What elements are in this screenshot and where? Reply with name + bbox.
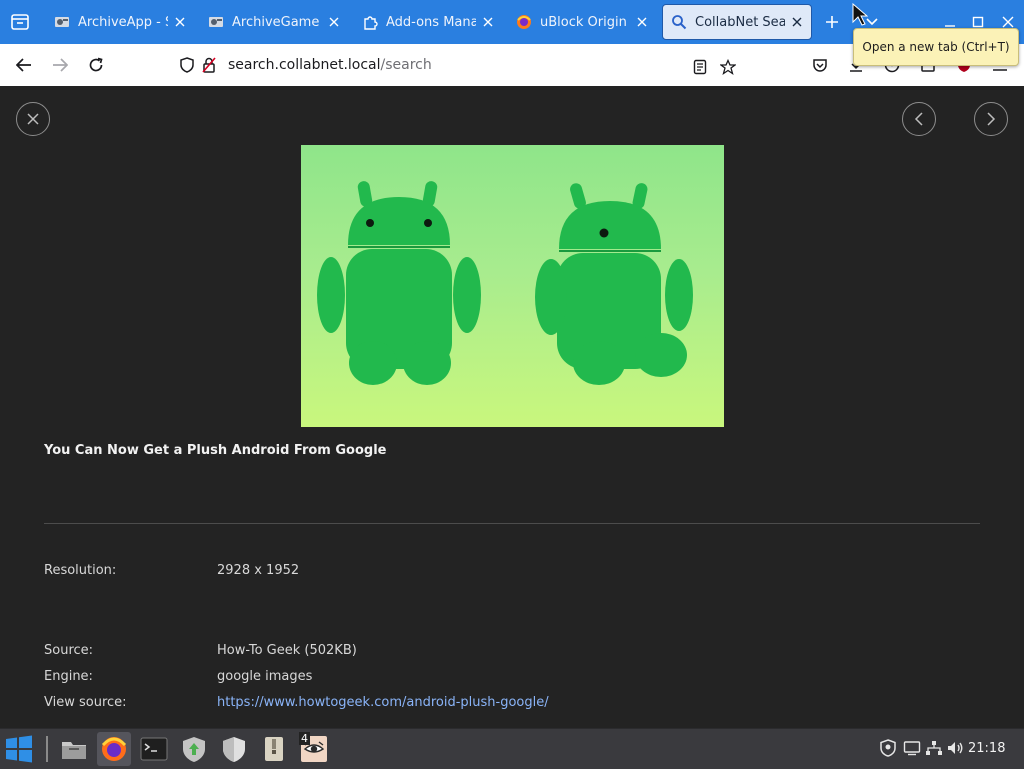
security-shield-icon[interactable] bbox=[217, 732, 251, 766]
insecure-lock-icon[interactable] bbox=[200, 56, 218, 74]
engine-label: Engine: bbox=[44, 669, 93, 684]
back-arrow-icon[interactable] bbox=[11, 53, 37, 77]
archive-game-icon bbox=[208, 14, 224, 30]
start-menu-windows-icon[interactable] bbox=[2, 732, 36, 766]
network-icon[interactable] bbox=[925, 739, 943, 757]
tab-label: Add-ons Manag bbox=[386, 14, 476, 30]
engine-value: google images bbox=[217, 669, 313, 684]
firefox-icon bbox=[516, 14, 532, 30]
file-manager-icon[interactable] bbox=[57, 732, 91, 766]
firefox-taskbar-icon[interactable] bbox=[97, 732, 131, 766]
tab-ublock-origin[interactable]: uBlock Origin – bbox=[508, 4, 656, 40]
new-tab-button[interactable] bbox=[818, 10, 846, 34]
puzzle-icon bbox=[362, 14, 378, 30]
tab-archiveapp[interactable]: ArchiveApp - Se bbox=[46, 4, 194, 40]
close-tab-icon[interactable] bbox=[480, 14, 496, 30]
url-path: /search bbox=[380, 57, 432, 73]
volume-icon[interactable] bbox=[946, 739, 964, 757]
url-host: search.collabnet.local bbox=[228, 57, 381, 73]
taskbar-separator bbox=[44, 732, 50, 766]
bookmark-star-icon[interactable] bbox=[717, 56, 739, 78]
tab-label: ArchiveGame - I bbox=[232, 14, 322, 30]
software-updater-icon[interactable] bbox=[177, 732, 211, 766]
resolution-value: 2928 x 1952 bbox=[217, 563, 300, 578]
view-source-label: View source: bbox=[44, 695, 127, 710]
url-text: search.collabnet.local/search bbox=[228, 57, 432, 73]
source-label: Source: bbox=[44, 643, 94, 658]
taskbar: 4 21:18 bbox=[0, 728, 1024, 769]
close-viewer-icon[interactable] bbox=[16, 102, 50, 136]
previous-image-icon[interactable] bbox=[902, 102, 936, 136]
reader-view-icon[interactable] bbox=[689, 56, 711, 78]
window-count-badge: 4 bbox=[299, 732, 310, 745]
image-title: You Can Now Get a Plush Android From Goo… bbox=[44, 443, 387, 458]
divider bbox=[44, 523, 980, 524]
source-value: How-To Geek (502KB) bbox=[217, 643, 357, 658]
tab-addons-manager[interactable]: Add-ons Manag bbox=[354, 4, 502, 40]
tab-label: ArchiveApp - Se bbox=[78, 14, 168, 30]
reload-icon[interactable] bbox=[83, 53, 109, 77]
tab-label: CollabNet Sear bbox=[695, 14, 785, 30]
new-tab-tooltip: Open a new tab (Ctrl+T) bbox=[853, 28, 1019, 66]
mouse-pointer-icon bbox=[852, 2, 869, 31]
tab-collabnet-search[interactable]: CollabNet Sear bbox=[662, 4, 812, 40]
view-source-link[interactable]: https://www.howtogeek.com/android-plush-… bbox=[217, 695, 549, 710]
image-viewer: You Can Now Get a Plush Android From Goo… bbox=[0, 86, 1024, 728]
resolution-label: Resolution: bbox=[44, 563, 117, 578]
search-icon bbox=[671, 14, 687, 30]
tray-shield-icon[interactable] bbox=[879, 739, 897, 757]
clock[interactable]: 21:18 bbox=[968, 741, 1005, 756]
close-tab-icon[interactable] bbox=[172, 14, 188, 30]
pocket-icon[interactable] bbox=[809, 54, 831, 76]
terminal-icon[interactable] bbox=[137, 732, 171, 766]
tracking-protection-shield-icon[interactable] bbox=[178, 56, 196, 74]
close-tab-icon[interactable] bbox=[326, 14, 342, 30]
close-tab-icon[interactable] bbox=[789, 14, 805, 30]
forward-arrow-icon[interactable] bbox=[47, 53, 73, 77]
display-icon[interactable] bbox=[903, 739, 921, 757]
result-image[interactable] bbox=[301, 145, 724, 427]
tab-archivegame[interactable]: ArchiveGame - I bbox=[200, 4, 348, 40]
tab-label: uBlock Origin – bbox=[540, 14, 630, 30]
close-tab-icon[interactable] bbox=[634, 14, 650, 30]
tab-overview-icon[interactable] bbox=[8, 11, 32, 33]
archive-manager-icon[interactable] bbox=[257, 732, 291, 766]
archive-app-icon bbox=[54, 14, 70, 30]
android-plush-illustration bbox=[317, 181, 693, 385]
address-bar[interactable]: search.collabnet.local/search bbox=[172, 50, 744, 80]
next-image-icon[interactable] bbox=[974, 102, 1008, 136]
